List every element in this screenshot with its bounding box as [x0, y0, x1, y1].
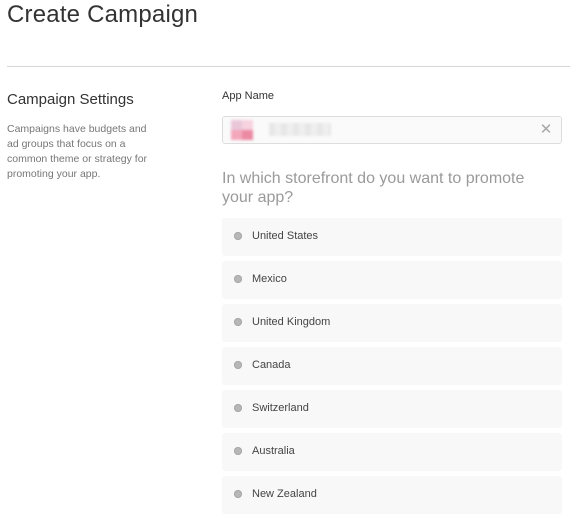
- storefront-option-canada[interactable]: Canada: [222, 347, 562, 385]
- storefront-option-label: Switzerland: [252, 402, 309, 414]
- radio-icon[interactable]: [234, 447, 242, 455]
- storefront-option-united-kingdom[interactable]: United Kingdom: [222, 304, 562, 342]
- radio-icon[interactable]: [234, 318, 242, 326]
- radio-icon[interactable]: [234, 361, 242, 369]
- page-title: Create Campaign: [7, 1, 199, 28]
- storefront-option-label: United States: [252, 230, 319, 242]
- radio-icon[interactable]: [234, 490, 242, 498]
- section-heading: Campaign Settings: [7, 91, 134, 108]
- app-name-label: App Name: [222, 90, 274, 102]
- storefront-option-new-zealand[interactable]: New Zealand: [222, 476, 562, 514]
- storefront-option-united-states[interactable]: United States: [222, 218, 562, 256]
- close-icon[interactable]: ✕: [539, 122, 553, 137]
- radio-icon[interactable]: [234, 232, 242, 240]
- storefront-list: United States Mexico United Kingdom Cana…: [222, 218, 562, 519]
- header-divider: [7, 66, 570, 67]
- radio-icon[interactable]: [234, 404, 242, 412]
- storefront-option-australia[interactable]: Australia: [222, 433, 562, 471]
- app-name-field[interactable]: ✕: [222, 116, 562, 144]
- storefront-option-label: Canada: [252, 359, 291, 371]
- storefront-option-mexico[interactable]: Mexico: [222, 261, 562, 299]
- storefront-option-switzerland[interactable]: Switzerland: [222, 390, 562, 428]
- app-name-value-redacted: [269, 123, 331, 136]
- section-description: Campaigns have budgets and ad groups tha…: [7, 123, 148, 180]
- storefront-option-label: Mexico: [252, 273, 287, 285]
- radio-icon[interactable]: [234, 275, 242, 283]
- storefront-option-label: New Zealand: [252, 488, 317, 500]
- storefront-question: In which storefront do you want to promo…: [222, 170, 525, 206]
- storefront-option-label: United Kingdom: [252, 316, 331, 328]
- storefront-option-label: Australia: [252, 445, 295, 457]
- app-icon: [231, 120, 253, 140]
